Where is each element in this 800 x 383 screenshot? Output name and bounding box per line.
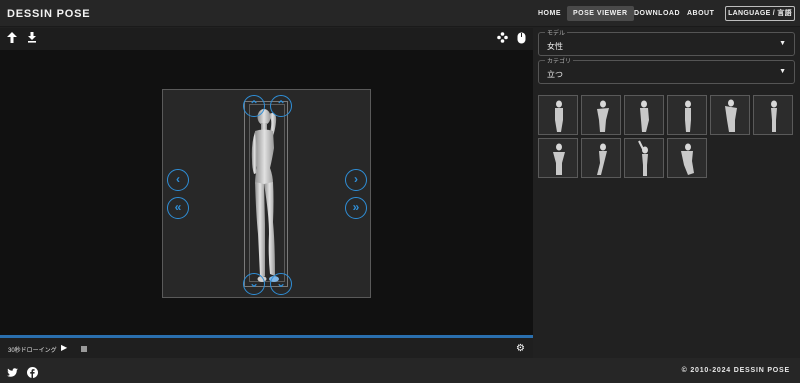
drawing-controls: 30秒ドローイング ▶ ⚙ [0, 338, 533, 358]
rotate-right-button[interactable]: › [345, 169, 367, 191]
twitter-icon[interactable] [7, 365, 18, 377]
rotate-down-button[interactable]: ⌄ [243, 273, 265, 295]
rotate-down-fast-button[interactable]: ⌄ [270, 273, 292, 295]
rotate-left-button[interactable]: ‹ [167, 169, 189, 191]
gear-icon[interactable]: ⚙ [516, 343, 525, 354]
model-select[interactable]: モデル 女性 ▼ [538, 28, 795, 56]
rotate-left-fast-button[interactable]: « [167, 197, 189, 219]
gamepad-icon[interactable] [495, 32, 509, 46]
nav-pose-viewer[interactable]: POSE VIEWER [567, 6, 634, 21]
category-select-value: 立つ [547, 70, 563, 79]
mouse-icon[interactable] [514, 32, 528, 46]
copyright-icon: © [681, 367, 688, 374]
pose-thumbnail[interactable] [581, 138, 621, 178]
nav-about[interactable]: ABOUT [681, 6, 720, 21]
category-select[interactable]: カテゴリ 立つ ▼ [538, 56, 795, 84]
upload-icon[interactable] [5, 32, 19, 46]
pose-thumbnail[interactable] [581, 95, 621, 135]
pose-thumbnail[interactable] [624, 95, 664, 135]
model-select-label: モデル [545, 28, 568, 37]
chevron-down-icon: ▼ [779, 40, 786, 47]
nav-download[interactable]: DOWNLOAD [628, 6, 686, 21]
category-select-label: カテゴリ [545, 56, 574, 65]
brand-logo[interactable]: DESSIN POSE [7, 8, 90, 20]
top-navbar: DESSIN POSE HOME POSE VIEWER DOWNLOAD AB… [0, 0, 800, 27]
female-model-figure[interactable] [235, 104, 299, 288]
rotate-up-fast-button[interactable]: ⌃ [270, 95, 292, 117]
copyright-label: 2010-2024 DESSIN POSE [690, 367, 790, 374]
pose-thumbnail[interactable] [624, 138, 664, 178]
pose-thumbnail[interactable] [753, 95, 793, 135]
pose-thumbnail[interactable] [710, 95, 750, 135]
pose-stage[interactable]: ⌃ ⌃ ⌄ ⌄ ‹ « › » [162, 89, 371, 298]
copyright-text: © 2010-2024 DESSIN POSE [682, 367, 790, 374]
language-button[interactable]: LANGUAGE / 言語 [725, 6, 795, 21]
nav-home[interactable]: HOME [532, 6, 567, 21]
pose-thumbnail[interactable] [538, 138, 578, 178]
play-icon[interactable]: ▶ [61, 343, 67, 352]
stop-icon[interactable] [81, 346, 87, 352]
pose-viewer: ⌃ ⌃ ⌄ ⌄ ‹ « › » 30秒ドローイング ▶ ⚙ [0, 28, 533, 358]
chevron-down-icon: ▼ [779, 68, 786, 75]
footer: © 2010-2024 DESSIN POSE [0, 358, 800, 383]
model-select-value: 女性 [547, 42, 563, 51]
viewer-toolbar [0, 28, 533, 50]
pose-thumbnail[interactable] [667, 138, 707, 178]
pose-thumbnail[interactable] [538, 95, 578, 135]
rotate-right-fast-button[interactable]: » [345, 197, 367, 219]
drawing-timer-label[interactable]: 30秒ドローイング [8, 345, 57, 354]
download-icon[interactable] [25, 32, 39, 46]
pose-settings-panel: モデル 女性 ▼ カテゴリ 立つ ▼ [533, 28, 800, 358]
facebook-icon[interactable] [27, 365, 38, 378]
pose-thumbnail[interactable] [667, 95, 707, 135]
rotate-up-button[interactable]: ⌃ [243, 95, 265, 117]
